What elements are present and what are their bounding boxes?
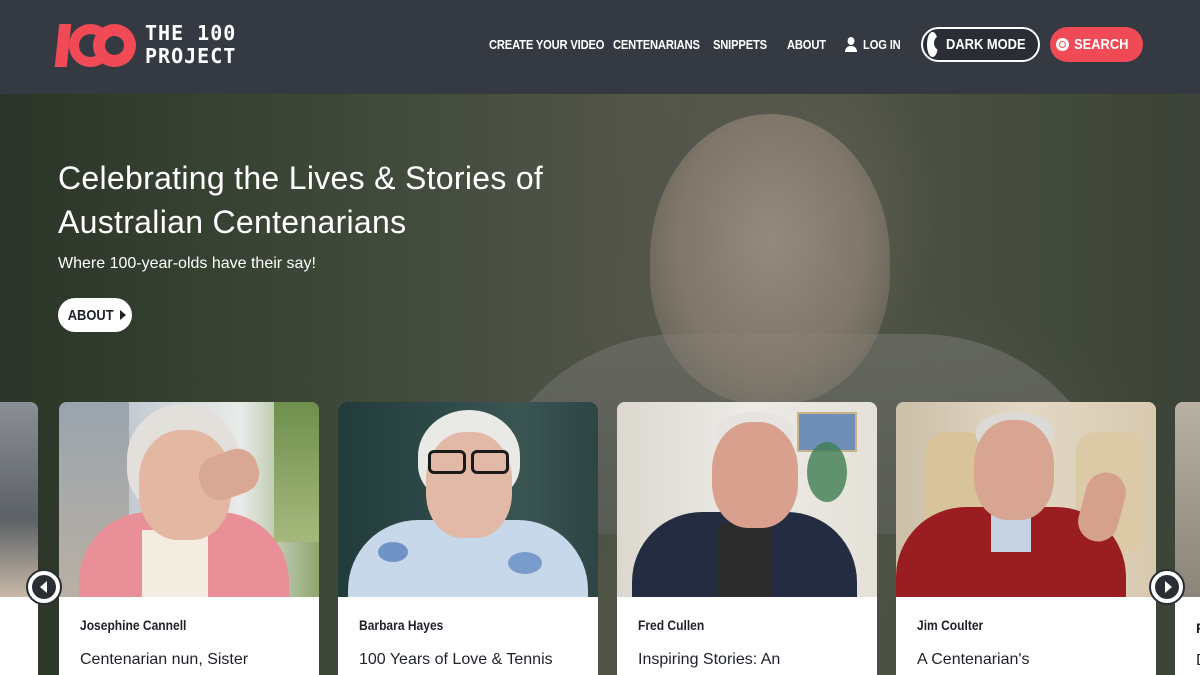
card-title: Centenarian nun, Sister (80, 651, 249, 668)
log-in-label: LOG IN (863, 36, 901, 52)
nav-log-in[interactable]: LOG IN (845, 37, 901, 52)
moon-icon (927, 32, 949, 57)
card-name: Jim Coulter (917, 617, 984, 633)
nav-snippets[interactable]: SNIPPETS (713, 37, 767, 52)
card-body: Jim Coulter A Centenarian's (896, 597, 1156, 675)
card-photo (59, 402, 319, 597)
logo-line-1: THE 100 (145, 21, 237, 45)
card-name: Fred Cullen (638, 617, 705, 633)
centenarian-card[interactable]: Barbara Hayes 100 Years of Love & Tennis (338, 402, 598, 675)
chevron-left-icon (39, 581, 47, 593)
site-logo[interactable]: THE 100 PROJECT (54, 20, 236, 70)
card-photo (617, 402, 877, 597)
card-name: R (1196, 620, 1200, 636)
card-photo (338, 402, 598, 597)
search-label: SEARCH (1073, 36, 1129, 53)
hero-title-line-1: Celebrating the Lives & Stories of (58, 160, 544, 196)
nav-about[interactable]: ABOUT (787, 37, 826, 52)
card-body: Barbara Hayes 100 Years of Love & Tennis (338, 597, 598, 675)
dark-mode-label: DARK MODE (945, 36, 1026, 53)
chevron-right-icon (1164, 581, 1172, 593)
hero-about-button[interactable]: ABOUT (58, 298, 132, 332)
dark-mode-toggle[interactable]: DARK MODE (921, 27, 1040, 62)
card-photo (896, 402, 1156, 597)
carousel-card-partial-left[interactable] (0, 402, 38, 675)
card-title: 100 Years of Love & Tennis (359, 651, 553, 668)
logo-text: THE 100 PROJECT (145, 22, 236, 68)
search-icon (1055, 38, 1069, 51)
search-button[interactable]: SEARCH (1050, 27, 1143, 62)
nav-centenarians[interactable]: CENTENARIANS (613, 37, 700, 52)
logo-line-2: PROJECT (145, 44, 237, 68)
logo-100-mark (54, 21, 137, 69)
hero-title-line-2: Australian Centenarians (58, 204, 407, 240)
card-title: A Centenarian's (917, 651, 1030, 668)
card-name: Josephine Cannell (80, 617, 187, 633)
play-arrow-icon (120, 310, 127, 320)
carousel-prev-button[interactable] (26, 569, 62, 605)
carousel-card-partial-right[interactable]: R D (1175, 402, 1200, 675)
centenarian-card[interactable]: Fred Cullen Inspiring Stories: An (617, 402, 877, 675)
centenarian-card[interactable]: Josephine Cannell Centenarian nun, Siste… (59, 402, 319, 675)
card-body: Fred Cullen Inspiring Stories: An (617, 597, 877, 675)
hero-title: Celebrating the Lives & Stories of Austr… (58, 156, 678, 244)
card-title: Inspiring Stories: An (638, 651, 781, 668)
hero-subtitle: Where 100-year-olds have their say! (58, 255, 316, 272)
centenarian-card[interactable]: Jim Coulter A Centenarian's (896, 402, 1156, 675)
hero-background-face (650, 114, 890, 404)
hero-about-label: ABOUT (67, 306, 114, 324)
card-body: Josephine Cannell Centenarian nun, Siste… (59, 597, 319, 675)
carousel-next-button[interactable] (1149, 569, 1185, 605)
nav-create-your-video[interactable]: CREATE YOUR VIDEO (489, 37, 604, 52)
card-title: D (1196, 652, 1200, 670)
site-header: THE 100 PROJECT CREATE YOUR VIDEO CENTEN… (0, 0, 1200, 94)
user-icon (845, 37, 858, 52)
card-name: Barbara Hayes (359, 617, 444, 633)
